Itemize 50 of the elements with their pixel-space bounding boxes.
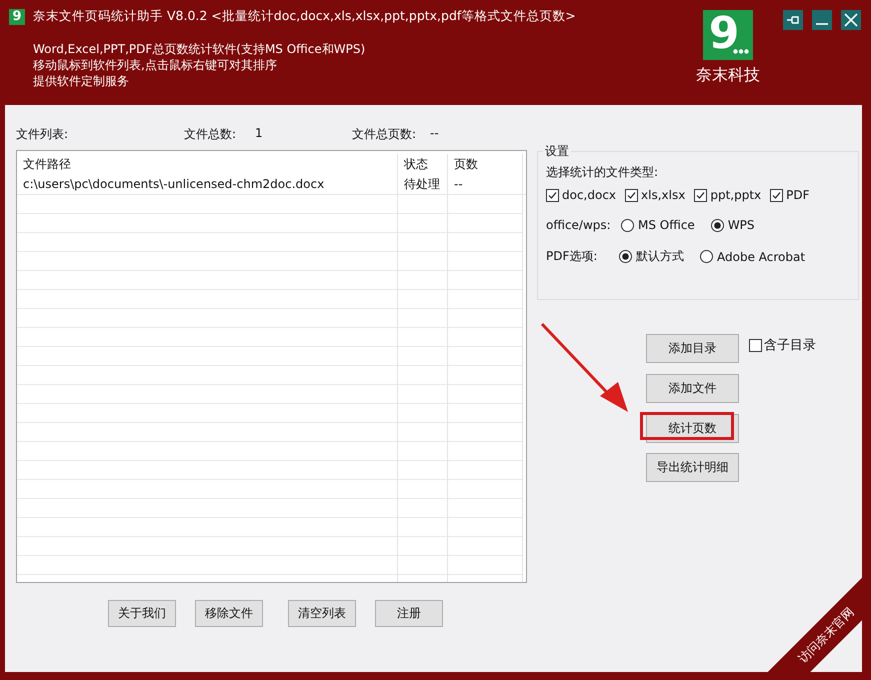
- checkbox[interactable]: [770, 188, 784, 202]
- radio-button[interactable]: [621, 218, 634, 232]
- engine-label: office/wps:: [546, 218, 612, 232]
- pin-button[interactable]: [783, 10, 803, 30]
- checkbox[interactable]: [546, 188, 559, 202]
- file-count-label: 文件总数:: [184, 126, 238, 143]
- action-button[interactable]: 移除文件: [195, 600, 263, 627]
- action-button[interactable]: 注册: [375, 600, 443, 627]
- window-title: 奈末文件页码统计助手 V8.0.2 <批量统计doc,docx,xls,xlsx,ppt,pptx,pdf等格式文件总页数>: [33, 8, 576, 25]
- file-count-value: 1: [255, 126, 264, 142]
- total-pages-value: --: [430, 126, 439, 142]
- company-name: 奈末科技: [696, 65, 760, 86]
- checkbox[interactable]: [749, 338, 762, 352]
- total-pages-label: 文件总页数:: [352, 126, 418, 143]
- logo-icon: 9: [703, 10, 753, 60]
- action-button[interactable]: 关于我们: [108, 600, 176, 627]
- checkbox[interactable]: [694, 188, 708, 202]
- close-button[interactable]: [841, 10, 861, 30]
- option-label: PDF: [786, 188, 810, 202]
- minimize-icon: [816, 23, 828, 25]
- option-label: xls,xlsx: [641, 188, 686, 202]
- settings-title: 设置: [544, 143, 570, 160]
- close-icon: [844, 13, 858, 27]
- option-label: 含子目录: [764, 337, 816, 354]
- radio-button[interactable]: [710, 218, 724, 232]
- file-list-label: 文件列表:: [16, 126, 70, 143]
- action-button[interactable]: 添加目录: [646, 334, 739, 363]
- option-label: ppt,pptx: [710, 188, 762, 202]
- description-line: Word,Excel,PPT,PDF总页数统计软件(支持MS Office和WPS): [33, 41, 366, 57]
- description-line: 提供软件定制服务: [33, 73, 130, 89]
- pin-icon: [786, 15, 800, 25]
- action-button[interactable]: 添加文件: [646, 374, 739, 403]
- radio-button[interactable]: [619, 250, 632, 263]
- option-label: WPS: [728, 218, 755, 232]
- column-header[interactable]: 文件路径: [17, 154, 398, 174]
- option-label: Adobe Acrobat: [717, 250, 806, 264]
- option-label: MS Office: [638, 218, 695, 232]
- option-label: doc,docx: [562, 188, 616, 202]
- option-label: 默认方式: [636, 248, 684, 265]
- action-button[interactable]: 清空列表: [288, 600, 356, 627]
- description-line: 移动鼠标到软件列表,点击鼠标右键可对其排序: [33, 57, 278, 73]
- action-button[interactable]: 导出统计明细: [646, 453, 739, 482]
- radio-button[interactable]: [700, 250, 713, 263]
- checkbox[interactable]: [625, 188, 638, 202]
- column-header[interactable]: 状态: [398, 154, 448, 174]
- column-header[interactable]: 页数: [448, 154, 523, 174]
- app-icon: 9: [9, 8, 25, 24]
- pdf-options-label: PDF选项:: [546, 248, 598, 265]
- minimize-button[interactable]: [812, 10, 832, 30]
- file-types-label: 选择统计的文件类型:: [546, 164, 660, 181]
